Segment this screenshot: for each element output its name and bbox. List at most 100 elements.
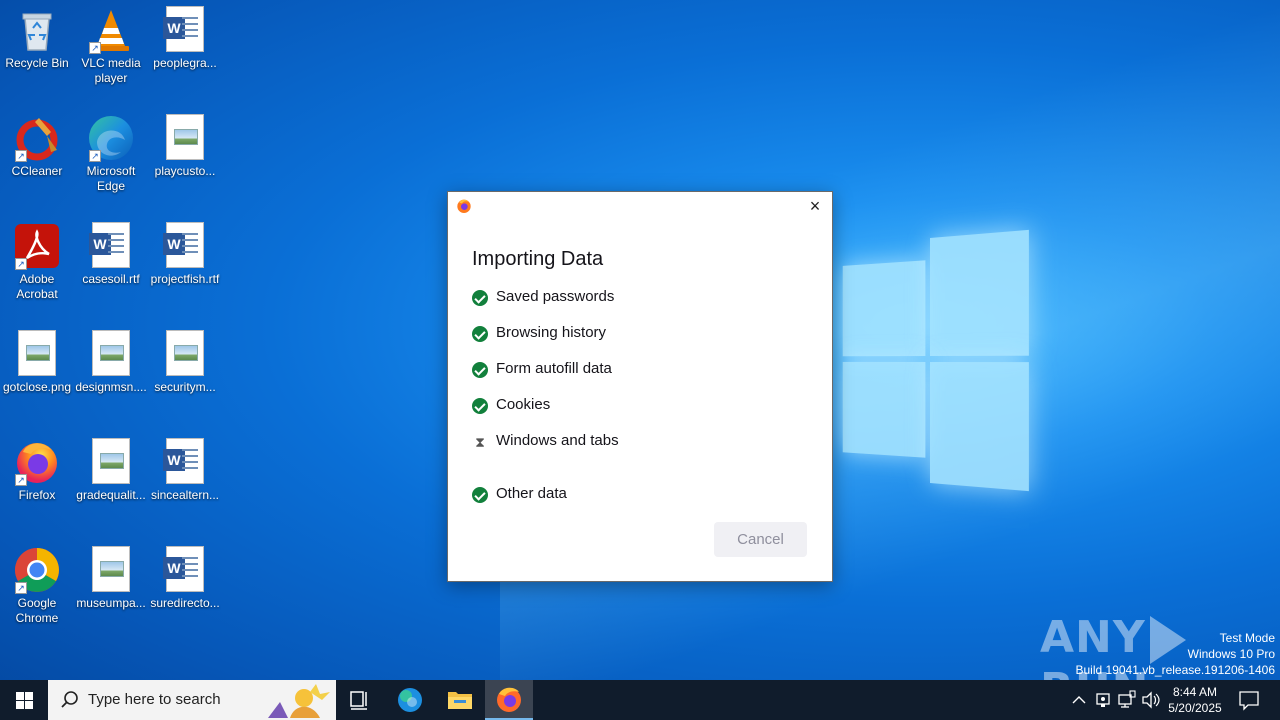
chrome-icon: ↗ bbox=[13, 546, 61, 594]
cancel-button[interactable]: Cancel bbox=[714, 522, 807, 557]
windows-logo-wallpaper bbox=[842, 229, 1029, 492]
desktop-icon-securitym[interactable]: securitym... bbox=[148, 330, 222, 395]
close-icon[interactable]: × bbox=[804, 196, 826, 218]
folder-icon bbox=[448, 692, 472, 709]
desktop-icon-label: Google Chrome bbox=[15, 596, 59, 625]
shortcut-arrow-icon: ↗ bbox=[89, 42, 101, 54]
search-placeholder: Type here to search bbox=[88, 691, 221, 708]
check-circle-icon bbox=[472, 290, 488, 306]
task-view-icon bbox=[350, 691, 367, 710]
list-item: Saved passwords bbox=[472, 288, 619, 324]
taskbar-firefox[interactable] bbox=[485, 680, 533, 720]
taskbar-edge[interactable] bbox=[386, 680, 434, 720]
tray-volume-button[interactable] bbox=[1140, 680, 1162, 720]
taskbar-search-box[interactable]: Type here to search bbox=[48, 680, 336, 720]
list-item: Form autofill data bbox=[472, 360, 619, 396]
desktop-icon-museumpa[interactable]: museumpa... bbox=[74, 546, 148, 611]
desktop-icon-label: playcusto... bbox=[154, 164, 216, 178]
item-label: Saved passwords bbox=[496, 288, 615, 305]
desktop-icon-vlc[interactable]: ↗ VLC media player bbox=[74, 6, 148, 86]
search-highlight-illustration bbox=[268, 684, 330, 718]
desktop-icon-gradequalit[interactable]: gradequalit... bbox=[74, 438, 148, 503]
image-file-icon bbox=[87, 330, 135, 378]
tray-device-icon bbox=[1096, 693, 1110, 707]
desktop-icon-chrome[interactable]: ↗ Google Chrome bbox=[0, 546, 74, 626]
desktop-icon-label: Recycle Bin bbox=[5, 56, 69, 70]
desktop-icon-label: Microsoft Edge bbox=[86, 164, 136, 193]
desktop-icon-label: Firefox bbox=[18, 488, 56, 502]
word-document-icon: W bbox=[87, 222, 135, 270]
image-file-icon bbox=[87, 438, 135, 486]
item-label: Cookies bbox=[496, 396, 551, 413]
desktop-icon-designmsn[interactable]: designmsn.... bbox=[74, 330, 148, 395]
desktop-icon-label: gradequalit... bbox=[76, 488, 146, 502]
image-file-icon bbox=[13, 330, 61, 378]
desktop-icon-playcusto[interactable]: playcusto... bbox=[148, 114, 222, 179]
taskbar-file-explorer[interactable] bbox=[436, 680, 484, 720]
desktop-icon-label: gotclose.png bbox=[2, 380, 72, 394]
desktop-icon-label: securitym... bbox=[154, 380, 216, 394]
taskbar: Type here to search 8:44 AM 5/20/2025 bbox=[0, 680, 1280, 720]
hourglass-icon: ⧗ bbox=[475, 434, 485, 450]
show-hidden-icons-button[interactable] bbox=[1068, 680, 1090, 720]
image-file-icon bbox=[161, 114, 209, 162]
tray-security-button[interactable] bbox=[1092, 680, 1114, 720]
desktop-icon-firefox[interactable]: ↗ Firefox bbox=[0, 438, 74, 503]
edge-icon: ↗ bbox=[87, 114, 135, 162]
desktop-icon-sincealtern[interactable]: W sincealtern... bbox=[148, 438, 222, 503]
firefox-icon: ↗ bbox=[13, 438, 61, 486]
desktop-icon-label: Adobe Acrobat bbox=[16, 272, 58, 301]
desktop-icon-label: projectfish.rtf bbox=[150, 272, 220, 286]
item-label: Other data bbox=[496, 485, 567, 502]
desktop-icon-adobe-acrobat[interactable]: ↗ Adobe Acrobat bbox=[0, 222, 74, 302]
check-circle-icon bbox=[472, 326, 488, 342]
clock-time: 8:44 AM bbox=[1172, 685, 1218, 699]
vlc-icon: ↗ bbox=[87, 6, 135, 54]
import-data-dialog: × Importing Data Saved passwords Browsin… bbox=[447, 191, 833, 582]
check-circle-icon bbox=[472, 398, 488, 414]
tray-network-button[interactable] bbox=[1116, 680, 1138, 720]
list-item: Cookies bbox=[472, 396, 619, 432]
item-label: Windows and tabs bbox=[496, 432, 619, 449]
image-file-icon bbox=[161, 330, 209, 378]
action-center-button[interactable] bbox=[1234, 680, 1264, 720]
list-item: Browsing history bbox=[472, 324, 619, 360]
list-item: Other data bbox=[472, 485, 619, 521]
desktop-icon-ccleaner[interactable]: ↗ CCleaner bbox=[0, 114, 74, 179]
check-circle-icon bbox=[472, 362, 488, 378]
import-items-list: Saved passwords Browsing history Form au… bbox=[472, 288, 619, 521]
desktop-icon-label: casesoil.rtf bbox=[82, 272, 140, 286]
desktop-icon-recycle-bin[interactable]: Recycle Bin bbox=[0, 6, 74, 71]
firefox-icon bbox=[497, 687, 521, 712]
desktop-icon-label: VLC media player bbox=[81, 56, 141, 85]
taskbar-clock[interactable]: 8:44 AM 5/20/2025 bbox=[1160, 684, 1230, 716]
recycle-bin-icon bbox=[13, 6, 61, 54]
desktop-icon-peoplegra[interactable]: W peoplegra... bbox=[148, 6, 222, 71]
shortcut-arrow-icon: ↗ bbox=[15, 150, 27, 162]
ccleaner-icon: ↗ bbox=[13, 114, 61, 162]
desktop-icon-edge[interactable]: ↗ Microsoft Edge bbox=[74, 114, 148, 194]
check-circle-icon bbox=[472, 487, 488, 503]
task-view-button[interactable] bbox=[336, 680, 384, 720]
search-icon bbox=[61, 691, 78, 708]
shortcut-arrow-icon: ↗ bbox=[89, 150, 101, 162]
desktop-icon-label: sincealtern... bbox=[150, 488, 220, 502]
clock-date: 5/20/2025 bbox=[1168, 701, 1222, 715]
notification-icon bbox=[1239, 691, 1259, 711]
shortcut-arrow-icon: ↗ bbox=[15, 582, 27, 594]
dialog-title: Importing Data bbox=[472, 248, 604, 270]
desktop-icon-projectfish[interactable]: W projectfish.rtf bbox=[148, 222, 222, 287]
desktop-icon-gotclose[interactable]: gotclose.png bbox=[0, 330, 74, 395]
desktop-icon-suredirecto[interactable]: W suredirecto... bbox=[148, 546, 222, 611]
image-file-icon bbox=[87, 546, 135, 594]
network-icon bbox=[1118, 690, 1136, 708]
desktop-icon-label: CCleaner bbox=[11, 164, 63, 178]
firefox-icon bbox=[456, 198, 472, 214]
shortcut-arrow-icon: ↗ bbox=[15, 474, 27, 486]
desktop-icon-label: peoplegra... bbox=[153, 56, 217, 70]
shortcut-arrow-icon: ↗ bbox=[15, 258, 27, 270]
item-label: Browsing history bbox=[496, 324, 607, 341]
word-document-icon: W bbox=[161, 438, 209, 486]
start-button[interactable] bbox=[0, 680, 48, 720]
desktop-icon-casesoil[interactable]: W casesoil.rtf bbox=[74, 222, 148, 287]
